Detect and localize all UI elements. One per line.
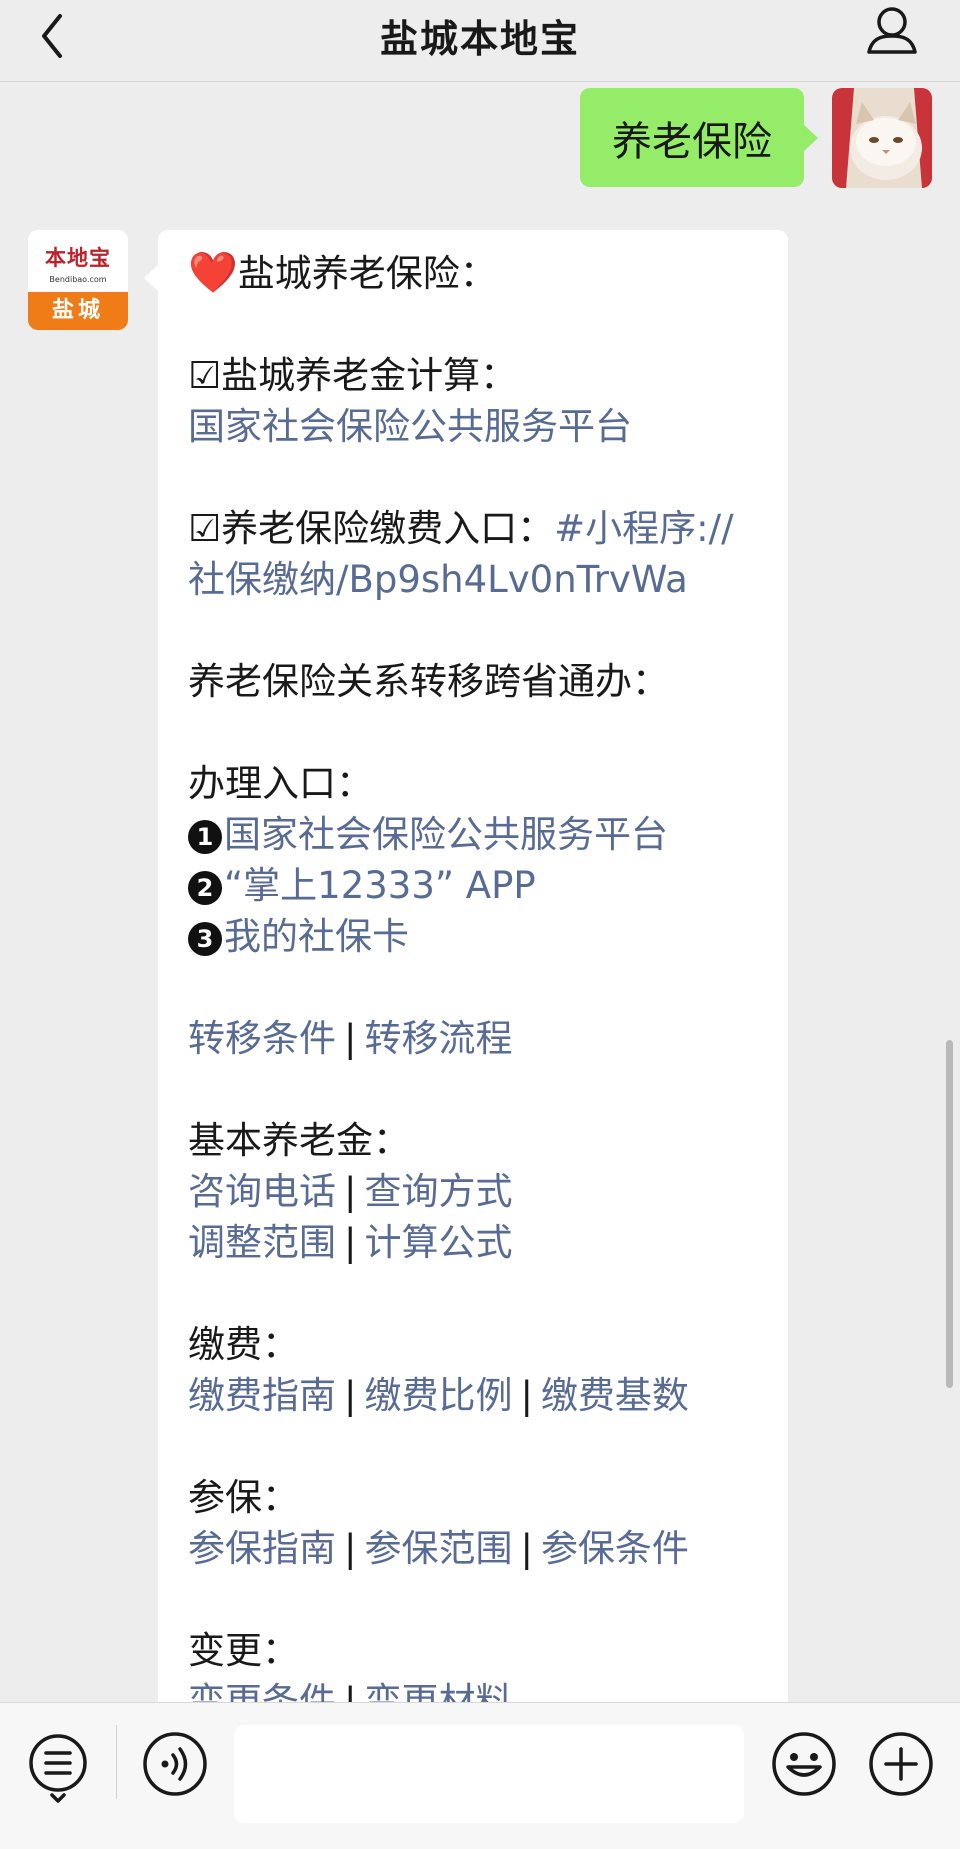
separator: | bbox=[344, 1170, 357, 1213]
menu-list-icon bbox=[29, 1734, 87, 1803]
separator: | bbox=[520, 1374, 533, 1417]
basic-label: 基本养老金： bbox=[188, 1119, 410, 1162]
insured-scope-link[interactable]: 参保范围 bbox=[364, 1527, 512, 1570]
formula-link[interactable]: 计算公式 bbox=[364, 1221, 512, 1264]
calc-label: ☑盐城养老金计算： bbox=[188, 354, 518, 397]
avatar-brand: 本地宝 bbox=[45, 245, 111, 270]
transfer-process-link[interactable]: 转移流程 bbox=[364, 1017, 512, 1060]
avatar-logo-top: 本地宝 Bendibao.com bbox=[28, 230, 128, 292]
incoming-message-bubble: ❤️盐城养老保险： ☑盐城养老金计算： 国家社会保险公共服务平台 ☑养老保险缴费… bbox=[144, 230, 788, 1702]
more-button[interactable] bbox=[868, 1731, 934, 1797]
insured-conditions-link[interactable]: 参保条件 bbox=[541, 1527, 689, 1570]
entry-link-1[interactable]: 国家社会保险公共服务平台 bbox=[224, 813, 668, 856]
voice-icon bbox=[143, 1732, 207, 1796]
pay-link-path[interactable]: 社保缴纳/Bp9sh4Lv0nTrvWa bbox=[188, 558, 688, 601]
separator: | bbox=[344, 1527, 357, 1570]
message-heading-line: ❤️盐城养老保险： bbox=[188, 248, 760, 299]
avatar-city: 盐城 bbox=[28, 292, 128, 330]
separator: | bbox=[344, 1221, 357, 1264]
avatar-url: Bendibao.com bbox=[49, 275, 107, 284]
outgoing-message-text: 养老保险 bbox=[612, 118, 772, 165]
fee-label: 缴费： bbox=[188, 1323, 299, 1366]
change-conditions-link[interactable]: 变更条件 bbox=[188, 1680, 336, 1702]
user-icon bbox=[867, 7, 917, 54]
entry-item-3: 3 我的社保卡 bbox=[188, 911, 760, 962]
entry-item-1: 1 国家社会保险公共服务平台 bbox=[188, 809, 760, 860]
message-input[interactable] bbox=[234, 1725, 744, 1823]
scrollbar[interactable] bbox=[946, 1040, 953, 1388]
transfer-heading: 养老保险关系转移跨省通办： bbox=[188, 660, 669, 703]
separator: | bbox=[520, 1527, 533, 1570]
number-1-icon: 1 bbox=[188, 820, 222, 854]
entry-item-2: 2 “掌上12333” APP bbox=[188, 860, 760, 911]
pay-label: ☑养老保险缴费入口： bbox=[188, 507, 555, 550]
emoji-icon bbox=[772, 1732, 836, 1796]
user-avatar[interactable] bbox=[832, 88, 932, 188]
fee-base-link[interactable]: 缴费基数 bbox=[541, 1374, 689, 1417]
transfer-conditions-link[interactable]: 转移条件 bbox=[188, 1017, 336, 1060]
menu-button[interactable] bbox=[26, 1731, 92, 1807]
heart-icon: ❤️ bbox=[188, 250, 238, 296]
input-bar bbox=[0, 1702, 960, 1849]
number-2-icon: 2 bbox=[188, 871, 222, 905]
separator: | bbox=[344, 1017, 357, 1060]
consult-phone-link[interactable]: 咨询电话 bbox=[188, 1170, 336, 1213]
voice-button[interactable] bbox=[142, 1731, 208, 1797]
change-materials-link[interactable]: 变更材料 bbox=[364, 1680, 512, 1702]
query-method-link[interactable]: 查询方式 bbox=[364, 1170, 512, 1213]
change-label: 变更： bbox=[188, 1629, 299, 1672]
official-account-avatar[interactable]: 本地宝 Bendibao.com 盐城 bbox=[28, 230, 128, 330]
emoji-button[interactable] bbox=[771, 1731, 837, 1797]
separator: | bbox=[344, 1374, 357, 1417]
chat-header: 盐城本地宝 bbox=[0, 0, 960, 82]
cat-avatar-image bbox=[832, 88, 932, 188]
pay-link-miniprogram[interactable]: #小程序:// bbox=[554, 507, 733, 550]
insured-label: 参保： bbox=[188, 1476, 299, 1519]
entry-label: 办理入口： bbox=[188, 762, 373, 805]
chat-area[interactable]: 养老保险 本地宝 Bendibao.com 盐城 ❤️盐城养老保险： ☑盐城养老… bbox=[0, 82, 960, 1702]
profile-button[interactable] bbox=[864, 2, 920, 62]
fee-guide-link[interactable]: 缴费指南 bbox=[188, 1374, 336, 1417]
plus-icon bbox=[869, 1732, 933, 1796]
entry-link-2[interactable]: “掌上12333” APP bbox=[224, 864, 536, 907]
outgoing-message-bubble[interactable]: 养老保险 bbox=[580, 88, 818, 187]
chat-title: 盐城本地宝 bbox=[379, 17, 580, 61]
message-heading: 盐城养老保险： bbox=[237, 252, 497, 295]
fee-ratio-link[interactable]: 缴费比例 bbox=[364, 1374, 512, 1417]
adjust-scope-link[interactable]: 调整范围 bbox=[188, 1221, 336, 1264]
number-3-icon: 3 bbox=[188, 922, 222, 956]
entry-link-3[interactable]: 我的社保卡 bbox=[224, 915, 409, 958]
bar-divider bbox=[116, 1725, 117, 1799]
insured-guide-link[interactable]: 参保指南 bbox=[188, 1527, 336, 1570]
calc-link[interactable]: 国家社会保险公共服务平台 bbox=[188, 405, 632, 448]
separator: | bbox=[344, 1680, 357, 1702]
